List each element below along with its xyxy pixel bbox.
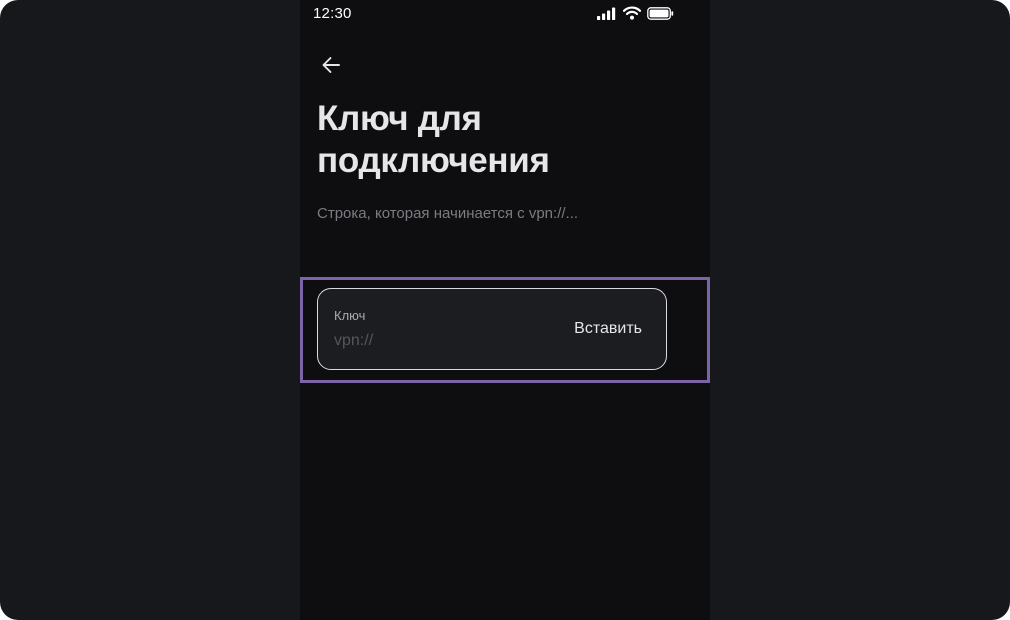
page-subtitle: Строка, которая начинается с vpn://... (317, 205, 579, 222)
signal-icon (597, 7, 617, 25)
status-bar: 12:30 (300, 0, 710, 28)
status-icons (597, 6, 674, 25)
back-button[interactable] (318, 54, 344, 80)
key-field[interactable]: Ключ Вставить (317, 288, 667, 370)
wifi-icon (622, 6, 642, 25)
key-field-label: Ключ (334, 308, 366, 323)
phone-screen: 12:30 Ключ для подключения Строка, котор… (300, 0, 710, 620)
key-input[interactable] (334, 331, 534, 351)
paste-button[interactable]: Вставить (574, 320, 642, 338)
arrow-left-icon (320, 54, 342, 81)
page-title: Ключ для подключения (317, 99, 550, 180)
status-time: 12:30 (313, 5, 352, 22)
battery-icon (647, 6, 674, 25)
app-frame: 12:30 Ключ для подключения Строка, котор… (0, 0, 1010, 620)
